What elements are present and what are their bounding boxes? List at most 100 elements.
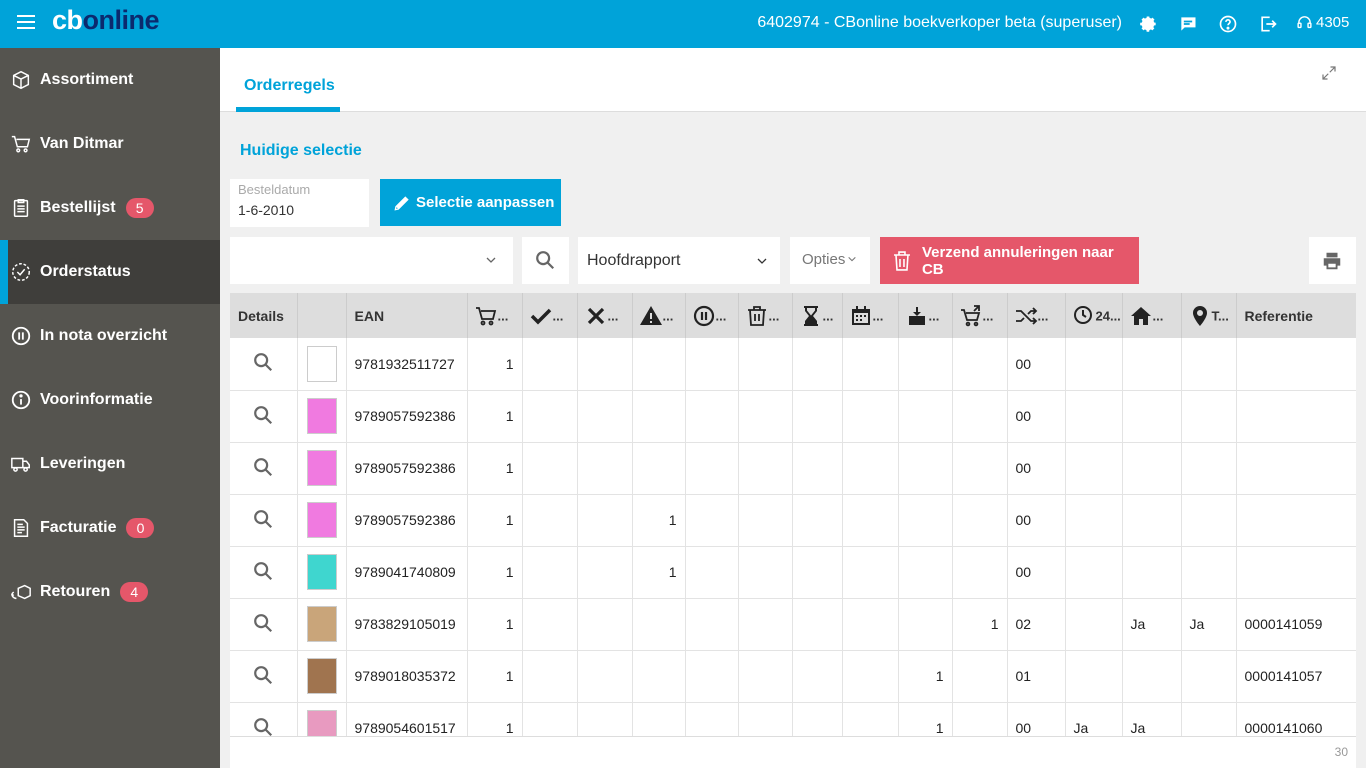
status-count-cell (898, 494, 953, 547)
col-header-location[interactable]: T... (1181, 293, 1237, 338)
status-cell: 00 (1007, 338, 1066, 391)
row-count: 30 (1334, 745, 1348, 759)
details-cell[interactable] (230, 338, 298, 391)
col-header-box[interactable]: ... (898, 293, 953, 338)
col-header-cart-out[interactable]: ... (952, 293, 1008, 338)
status-cell: 00 (1007, 494, 1066, 547)
report-select[interactable]: Hoofdrapport (578, 237, 780, 284)
col-header-order[interactable]: ... (467, 293, 523, 338)
book-cover-image[interactable] (306, 450, 337, 486)
details-cell[interactable] (230, 598, 298, 651)
table-row[interactable]: 9789018035372 1 1 01 0000141057 (230, 650, 1356, 703)
order-date-label: Besteldatum (238, 182, 311, 197)
col-header-home[interactable]: ... (1122, 293, 1182, 338)
col-header-cancelled[interactable]: ... (577, 293, 633, 338)
ean-cell: 9783829105019 (346, 598, 468, 651)
status-count-cell (792, 390, 843, 443)
search-icon[interactable] (252, 404, 274, 426)
table-row[interactable]: 9781932511727 1 00 (230, 338, 1356, 391)
sidebar-item-assortiment[interactable]: Assortiment (0, 48, 220, 112)
sidebar-item-voorinformatie[interactable]: Voorinformatie (0, 368, 220, 432)
table-row[interactable]: 9783829105019 1 1 02 Ja Ja 0000141059 (230, 598, 1356, 651)
expand-icon[interactable] (1320, 64, 1338, 82)
sidebar-item-bestellijst[interactable]: Bestellijst 5 (0, 176, 220, 240)
sidebar-item-van-ditmar[interactable]: Van Ditmar (0, 112, 220, 176)
col-header-calendar[interactable]: ... (842, 293, 899, 338)
status-cell (1181, 442, 1237, 495)
status-count-cell: 1 (467, 338, 523, 391)
search-icon[interactable] (252, 351, 274, 373)
col-header-warning[interactable]: ... (632, 293, 686, 338)
details-cell[interactable] (230, 546, 298, 599)
hourglass-icon (803, 305, 818, 326)
table-row[interactable]: 9789041740809 1 1 00 (230, 546, 1356, 599)
table-row[interactable]: 9789057592386 1 00 (230, 390, 1356, 443)
details-cell[interactable] (230, 390, 298, 443)
logout-icon[interactable] (1258, 14, 1278, 34)
book-cover-image[interactable] (306, 658, 337, 694)
col-header-pause[interactable]: ... (685, 293, 739, 338)
order-date-field[interactable]: Besteldatum 1-6-2010 (230, 179, 369, 227)
status-count-cell (792, 598, 843, 651)
status-count-cell: 1 (467, 546, 523, 599)
trash-icon (747, 305, 766, 326)
search-icon[interactable] (252, 456, 274, 478)
book-cover-image[interactable] (306, 398, 337, 434)
calendar-icon (851, 305, 870, 325)
col-header-deleted[interactable]: ... (738, 293, 793, 338)
edit-selection-button[interactable]: Selectie aanpassen (380, 179, 561, 226)
col-header-details[interactable]: Details (230, 293, 298, 338)
search-icon[interactable] (252, 664, 274, 686)
help-icon[interactable] (1218, 14, 1238, 34)
chat-icon[interactable] (1178, 14, 1198, 34)
gear-icon[interactable] (1138, 14, 1158, 34)
col-header-confirmed[interactable]: ... (522, 293, 578, 338)
status-count-cell (522, 650, 578, 703)
sidebar-item-orderstatus[interactable]: Orderstatus (0, 240, 220, 304)
sidebar-item-leveringen[interactable]: Leveringen (0, 432, 220, 496)
col-header-referentie[interactable]: Referentie (1236, 293, 1356, 338)
col-header-ean[interactable]: EAN (346, 293, 468, 338)
search-icon[interactable] (252, 508, 274, 530)
print-button[interactable] (1309, 237, 1356, 284)
status-cell: Ja (1065, 702, 1123, 736)
details-cell[interactable] (230, 494, 298, 547)
sidebar-item-retouren[interactable]: Retouren 4 (0, 560, 220, 624)
sidebar-item-in-nota-overzicht[interactable]: In nota overzicht (0, 304, 220, 368)
tab-orderregels[interactable]: Orderregels (236, 48, 340, 112)
cover-cell (297, 390, 347, 443)
hamburger-menu-icon[interactable] (17, 15, 35, 33)
sidebar-item-facturatie[interactable]: Facturatie 0 (0, 496, 220, 560)
col-header-route[interactable]: ... (1007, 293, 1066, 338)
book-cover-image[interactable] (306, 710, 337, 736)
support-button[interactable]: 4305 (1296, 14, 1349, 31)
filter-combobox[interactable] (230, 237, 513, 284)
table-row[interactable]: 9789057592386 1 1 00 (230, 494, 1356, 547)
book-cover-image[interactable] (306, 554, 337, 590)
status-cell: 00 (1007, 442, 1066, 495)
details-cell[interactable] (230, 650, 298, 703)
book-cover-image[interactable] (306, 502, 337, 538)
options-dropdown[interactable]: Opties (790, 237, 870, 284)
status-count-cell (952, 702, 1008, 736)
search-icon[interactable] (252, 716, 274, 737)
status-cell (1122, 442, 1182, 495)
logo[interactable]: cbonline (52, 5, 160, 36)
search-button[interactable] (522, 237, 569, 284)
status-count-cell (842, 702, 899, 736)
col-header-pending[interactable]: ... (792, 293, 843, 338)
send-cancellations-button[interactable]: Verzend annuleringen naar CB (880, 237, 1139, 284)
details-cell[interactable] (230, 702, 298, 737)
return-box-icon (10, 581, 32, 603)
table-row[interactable]: 9789057592386 1 00 (230, 442, 1356, 495)
search-icon[interactable] (252, 612, 274, 634)
search-icon[interactable] (252, 560, 274, 582)
table-row[interactable]: 9789054601517 1 1 00 Ja Ja 0000141060 (230, 702, 1356, 736)
col-header-24h[interactable]: 24... (1065, 293, 1123, 338)
status-count-cell (738, 442, 793, 495)
book-cover-image[interactable] (306, 345, 337, 382)
book-cover-image[interactable] (306, 606, 337, 642)
status-count-cell (952, 442, 1008, 495)
details-cell[interactable] (230, 442, 298, 495)
status-cell (1065, 650, 1123, 703)
